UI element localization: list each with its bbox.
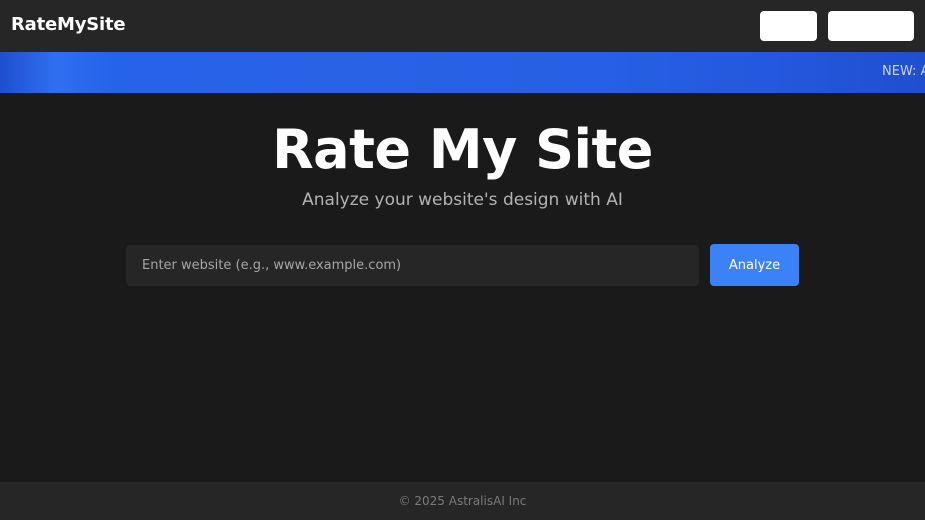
dashboard-button[interactable]: Dashboard xyxy=(828,11,914,41)
brand-logo[interactable]: RateMySite xyxy=(11,14,126,35)
footer: © 2025 AstralisAI Inc xyxy=(0,482,925,520)
page: RateMySite Login Dashboard NEW: A Rate M… xyxy=(0,0,925,520)
copyright-text: © 2025 AstralisAI Inc xyxy=(398,494,527,508)
page-subtitle: Analyze your website's design with AI xyxy=(302,190,623,210)
login-button[interactable]: Login xyxy=(760,11,817,41)
top-navbar: RateMySite Login Dashboard xyxy=(0,0,925,52)
analyze-button[interactable]: Analyze xyxy=(710,244,799,286)
page-title: Rate My Site xyxy=(272,118,653,181)
banner-text: NEW: A xyxy=(882,64,925,79)
announcement-banner: NEW: A xyxy=(0,52,925,93)
website-url-input[interactable] xyxy=(126,245,699,286)
